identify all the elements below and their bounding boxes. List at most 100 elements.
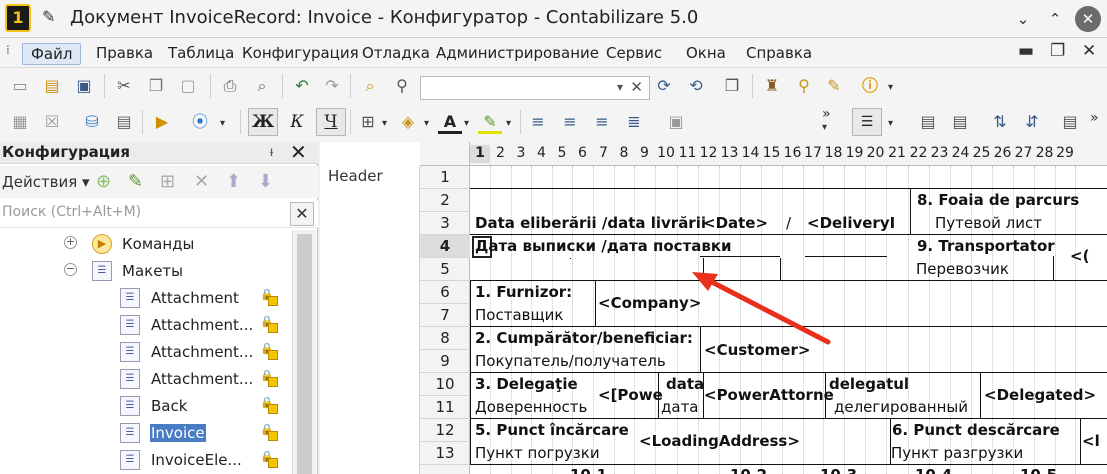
column-header-cell[interactable]: 29 bbox=[1055, 145, 1075, 163]
cell-text[interactable]: <DeliveryI bbox=[807, 214, 895, 232]
windows-icon[interactable]: ❐ bbox=[720, 74, 744, 98]
align-left-icon[interactable]: ≡ bbox=[526, 110, 550, 134]
doc-restore-button[interactable]: ❐ bbox=[1050, 41, 1065, 61]
column-header-cell[interactable]: 28 bbox=[1034, 145, 1055, 163]
column-header-cell[interactable]: 12 bbox=[698, 145, 719, 163]
cell-text[interactable]: 8. Foaia de parcurs bbox=[917, 191, 1079, 209]
merge-icon[interactable]: ▣ bbox=[664, 110, 688, 134]
cell-text[interactable]: 10.5 bbox=[1020, 466, 1057, 474]
expand-icon[interactable]: + bbox=[64, 236, 77, 249]
toolbar-overflow-dropdown-icon[interactable]: ▾ bbox=[822, 122, 827, 133]
tree-item-template[interactable]: ☰ Attachment... 🔒 bbox=[0, 340, 292, 367]
column-header-cell[interactable]: 23 bbox=[929, 145, 950, 163]
cell-text[interactable]: Покупатель/получатель bbox=[475, 352, 666, 370]
menu-service[interactable]: Сервис bbox=[606, 43, 662, 65]
print-icon[interactable]: ⎙ bbox=[218, 74, 242, 98]
cell-text[interactable]: <Delegated> bbox=[984, 386, 1096, 404]
named-area-header[interactable]: Header bbox=[320, 166, 420, 474]
new-icon[interactable]: ▭ bbox=[8, 74, 32, 98]
ungroup-icon[interactable]: ⇵ bbox=[1020, 110, 1044, 134]
column-header-cell[interactable]: 27 bbox=[1013, 145, 1034, 163]
column-header-cell[interactable]: 9 bbox=[634, 145, 655, 163]
row-header-cell[interactable]: 10 bbox=[420, 373, 470, 396]
close-button[interactable]: ✕ bbox=[1075, 6, 1101, 32]
borders-dropdown-icon[interactable]: ▾ bbox=[382, 118, 387, 129]
column-header-cell[interactable]: 10 bbox=[655, 145, 677, 163]
find-icon[interactable]: ⚲ bbox=[390, 74, 414, 98]
toolbar2-overflow-icon[interactable]: » bbox=[1090, 110, 1099, 126]
undo-icon[interactable]: ↶ bbox=[290, 74, 314, 98]
row-header-cell[interactable]: 1 bbox=[420, 166, 470, 189]
row-header-cell[interactable]: 7 bbox=[420, 304, 470, 327]
edit-icon[interactable]: ✎ bbox=[128, 171, 143, 192]
search-clear-icon[interactable]: ✕ bbox=[630, 78, 643, 96]
column-header-cell[interactable]: 5 bbox=[552, 145, 572, 163]
cell-text[interactable]: <( bbox=[1070, 247, 1089, 265]
properties-dropdown-icon[interactable]: ▾ bbox=[888, 118, 893, 129]
debug-icon[interactable]: ⦿ bbox=[188, 110, 212, 134]
column-header-cell[interactable]: 8 bbox=[614, 145, 634, 163]
cell-text[interactable]: 2. Cumpărător/beneficiar: bbox=[475, 329, 693, 347]
scrollbar-thumb[interactable] bbox=[297, 234, 312, 474]
cell-text[interactable]: Перевозчик bbox=[916, 260, 1009, 278]
cell-text[interactable]: / bbox=[786, 214, 791, 232]
column-header-cell[interactable]: 15 bbox=[761, 145, 782, 163]
column-header-cell[interactable]: 24 bbox=[950, 145, 971, 163]
run-icon[interactable]: ▶ bbox=[150, 110, 174, 134]
cell-text[interactable]: Дата выписки /дата поставки bbox=[475, 237, 732, 255]
column-header-cell[interactable]: 18 bbox=[823, 145, 844, 163]
doc-minimize-button[interactable]: ▬ bbox=[1018, 41, 1034, 61]
cell-text[interactable]: Путевой лист bbox=[935, 214, 1042, 232]
sheet-grid[interactable]: 8. Foaia de parcurs Путевой лист Data elib… bbox=[470, 166, 1107, 474]
column-header-cell[interactable]: 21 bbox=[886, 145, 908, 163]
search-dropdown-icon[interactable]: ▾ bbox=[617, 80, 623, 94]
underline-button[interactable]: Ч bbox=[316, 108, 346, 136]
column-header-cell[interactable]: 4 bbox=[531, 145, 552, 163]
cell-text[interactable]: делегированный bbox=[834, 398, 968, 416]
column-header-cell[interactable]: 11 bbox=[677, 145, 698, 163]
align-justify-icon[interactable]: ≣ bbox=[622, 110, 646, 134]
font-color-icon[interactable]: A bbox=[438, 110, 462, 134]
column-header-cell[interactable]: 13 bbox=[719, 145, 740, 163]
row-header-cell[interactable]: 11 bbox=[420, 396, 470, 419]
tree-item-template-selected[interactable]: ☰ Invoice 🔒 bbox=[0, 421, 292, 448]
tree-item-layouts[interactable]: − ☰ Макеты bbox=[0, 259, 292, 286]
menu-file[interactable]: Файл bbox=[22, 43, 82, 65]
align-center-icon[interactable]: ≡ bbox=[558, 110, 582, 134]
add-child-icon[interactable]: ⊞ bbox=[160, 171, 175, 192]
delete-icon[interactable]: ✕ bbox=[194, 171, 209, 192]
properties-button[interactable]: ☰ bbox=[852, 108, 882, 136]
panel-close-icon[interactable]: ✕ bbox=[290, 140, 307, 164]
column-header-cell[interactable]: 3 bbox=[511, 145, 531, 163]
restore-button[interactable]: ⌃ bbox=[1042, 6, 1068, 32]
column-header-cell[interactable]: 16 bbox=[782, 145, 803, 163]
font-color-dropdown-icon[interactable]: ▾ bbox=[464, 118, 469, 129]
row-header-cell[interactable]: 6 bbox=[420, 281, 470, 304]
tree-item-template[interactable]: ☰ Attachment... 🔒 bbox=[0, 313, 292, 340]
paste-icon[interactable]: ▢ bbox=[176, 74, 200, 98]
menu-configuration[interactable]: Конфигурация bbox=[242, 43, 359, 65]
column-header-cell[interactable]: 25 bbox=[971, 145, 992, 163]
copy-icon[interactable]: ❐ bbox=[144, 74, 168, 98]
save-icon[interactable]: ▣ bbox=[72, 74, 96, 98]
cell-text[interactable]: <l bbox=[1082, 432, 1100, 450]
actions-menu-button[interactable]: Действия ▾ bbox=[2, 173, 90, 191]
panel-pin-icon[interactable]: ᵼ bbox=[270, 143, 273, 160]
borders-icon[interactable]: ⊞ bbox=[356, 110, 380, 134]
fill-color-icon[interactable]: ◈ bbox=[396, 110, 420, 134]
debug-dropdown-icon[interactable]: ▾ bbox=[220, 118, 225, 129]
find-prev-icon[interactable]: ⟲ bbox=[684, 74, 708, 98]
cell-text[interactable]: 5. Punct încărcare bbox=[475, 421, 629, 439]
cell-text[interactable]: Поставщик bbox=[475, 306, 563, 324]
cell-text[interactable]: Пункт разгрузки bbox=[891, 444, 1023, 462]
minimize-button[interactable]: ⌄ bbox=[1010, 6, 1036, 32]
fill-dropdown-icon[interactable]: ▾ bbox=[424, 118, 429, 129]
cell-text[interactable]: 3. Delegaţie bbox=[475, 375, 578, 393]
menu-windows[interactable]: Окна bbox=[686, 43, 726, 65]
cell-text[interactable]: <[Powe bbox=[598, 386, 663, 404]
row-header-cell[interactable]: 9 bbox=[420, 350, 470, 373]
doc-close-button[interactable]: ✕ bbox=[1082, 41, 1096, 61]
find-next-icon[interactable]: ⟳ bbox=[652, 74, 676, 98]
cell-text[interactable]: Доверенность bbox=[475, 398, 587, 416]
column-header-cell[interactable]: 26 bbox=[992, 145, 1013, 163]
